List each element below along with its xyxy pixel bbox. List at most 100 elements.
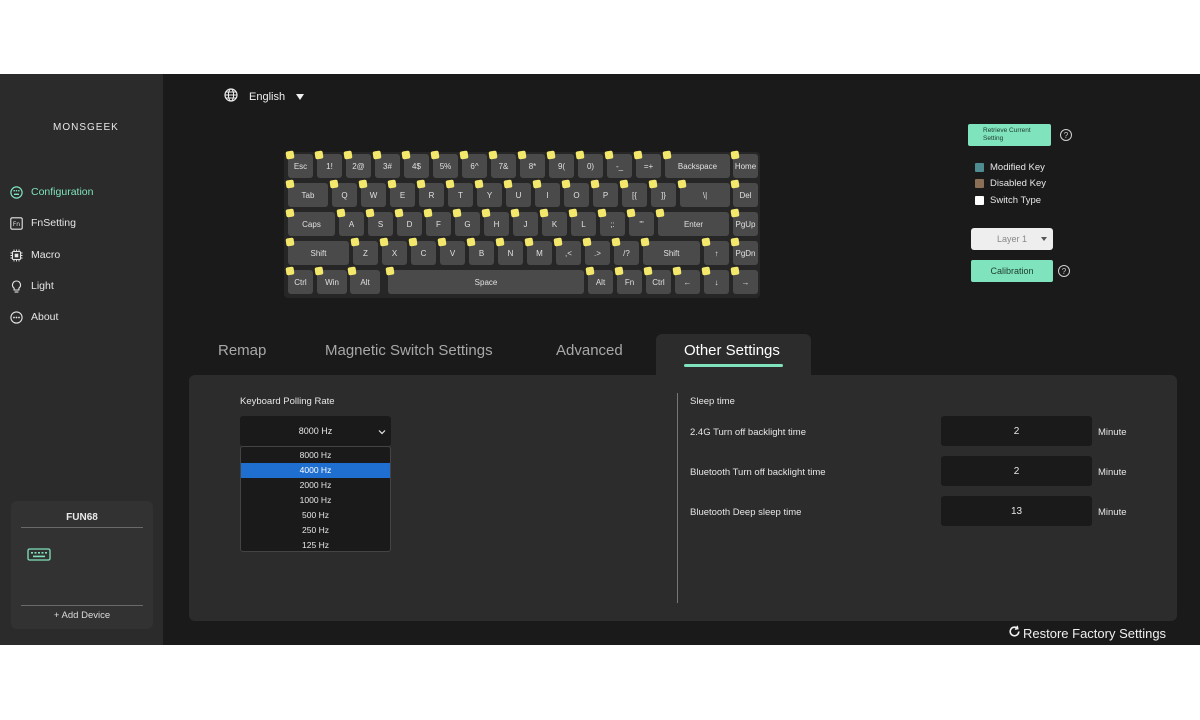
key[interactable]: 8* [520,154,545,178]
key[interactable]: Esc [288,154,313,178]
key[interactable]: I [535,183,560,207]
key[interactable]: Ctrl [646,270,671,294]
polling-rate-select[interactable]: 8000 Hz [240,416,391,446]
key[interactable]: E [390,183,415,207]
key[interactable]: Space [388,270,584,294]
sidebar-item-light[interactable]: Light [10,276,54,296]
key[interactable]: ;: [600,212,625,236]
key[interactable]: Del [733,183,758,207]
key[interactable]: Home [733,154,758,178]
legend-label: Switch Type [990,195,1042,206]
sleep-24g-backlight-input[interactable]: 2 [941,416,1092,446]
key[interactable]: V [440,241,465,265]
add-device-button[interactable]: + Add Device [21,605,143,621]
tab-advanced[interactable]: Advanced [556,342,623,359]
key[interactable]: Y [477,183,502,207]
sidebar-item-configuration[interactable]: Configuration [10,182,93,202]
polling-option[interactable]: 500 Hz [241,508,390,523]
key[interactable]: /? [614,241,639,265]
key[interactable]: R [419,183,444,207]
key[interactable]: F [426,212,451,236]
key[interactable]: H [484,212,509,236]
key[interactable]: Shift [643,241,700,265]
key[interactable]: ← [675,270,700,294]
key[interactable]: L [571,212,596,236]
sidebar-item-about[interactable]: About [10,307,58,327]
layer-select[interactable]: Layer 1 [971,228,1053,250]
key[interactable]: ↑ [704,241,729,265]
key[interactable]: U [506,183,531,207]
key[interactable]: .> [585,241,610,265]
key[interactable]: J [513,212,538,236]
calibration-button[interactable]: Calibration [971,260,1053,282]
keyboard-device-icon[interactable] [27,547,51,568]
key[interactable]: Z [353,241,378,265]
key[interactable]: W [361,183,386,207]
key[interactable]: 1! [317,154,342,178]
key[interactable]: ]} [651,183,676,207]
key[interactable]: C [411,241,436,265]
sleep-bt-backlight-input[interactable]: 2 [941,456,1092,486]
key[interactable]: 5% [433,154,458,178]
key[interactable]: Fn [617,270,642,294]
key[interactable]: A [339,212,364,236]
tab-magnetic-switch-settings[interactable]: Magnetic Switch Settings [325,342,493,359]
key[interactable]: \| [680,183,730,207]
help-icon[interactable]: ? [1058,265,1070,277]
key[interactable]: 6^ [462,154,487,178]
key[interactable]: B [469,241,494,265]
language-selector[interactable]: English [224,88,305,105]
key[interactable]: 2@ [346,154,371,178]
key[interactable]: 9( [549,154,574,178]
polling-option[interactable]: 4000 Hz [241,463,390,478]
polling-option[interactable]: 1000 Hz [241,493,390,508]
key[interactable]: T [448,183,473,207]
key[interactable]: 3# [375,154,400,178]
key[interactable]: Backspace [665,154,730,178]
key[interactable]: Win [317,270,347,294]
polling-option[interactable]: 8000 Hz [241,448,390,463]
sleep-bt-deep-sleep-input[interactable]: 13 [941,496,1092,526]
key[interactable]: P [593,183,618,207]
key[interactable]: G [455,212,480,236]
key[interactable]: Alt [588,270,613,294]
key[interactable]: M [527,241,552,265]
polling-option[interactable]: 2000 Hz [241,478,390,493]
key[interactable]: Tab [288,183,328,207]
key[interactable]: ↓ [704,270,729,294]
key[interactable]: N [498,241,523,265]
key[interactable]: Ctrl [288,270,313,294]
key[interactable]: Caps [288,212,335,236]
sidebar-item-macro[interactable]: Macro [10,245,60,265]
help-icon[interactable]: ? [1060,129,1072,141]
retrieve-current-setting-button[interactable]: Retrieve Current Setting [968,124,1051,146]
key[interactable]: ,< [556,241,581,265]
polling-option[interactable]: 250 Hz [241,523,390,538]
key[interactable]: =+ [636,154,661,178]
key[interactable]: → [733,270,758,294]
key[interactable]: D [397,212,422,236]
tab-remap[interactable]: Remap [218,342,266,359]
key[interactable]: 0) [578,154,603,178]
key[interactable]: -_ [607,154,632,178]
key[interactable]: [{ [622,183,647,207]
tab-other-settings[interactable]: Other Settings [684,342,780,359]
key[interactable]: Shift [288,241,349,265]
key[interactable]: S [368,212,393,236]
key[interactable]: K [542,212,567,236]
polling-option[interactable]: 125 Hz [241,538,390,553]
restore-factory-settings-button[interactable]: Restore Factory Settings [1008,625,1166,641]
key[interactable]: 7& [491,154,516,178]
key[interactable]: '" [629,212,654,236]
key[interactable]: Q [332,183,357,207]
key[interactable]: PgUp [733,212,758,236]
key[interactable]: 4$ [404,154,429,178]
key[interactable]: O [564,183,589,207]
key[interactable]: Enter [658,212,729,236]
legend-label: Disabled Key [990,178,1046,189]
key[interactable]: X [382,241,407,265]
legend-label: Modified Key [990,162,1045,173]
key[interactable]: PgDn [733,241,758,265]
sidebar-item-fnsetting[interactable]: Fn FnSetting [10,213,76,233]
key[interactable]: Alt [350,270,380,294]
